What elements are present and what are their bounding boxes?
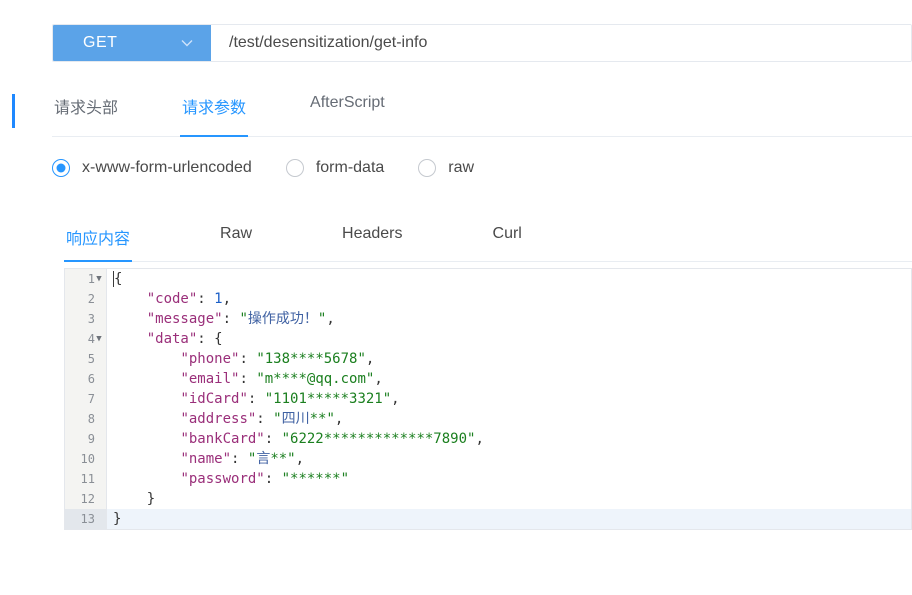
code-line[interactable]: 2 "code": 1, (65, 289, 911, 309)
line-number: 2 (65, 289, 107, 309)
request-tab-0[interactable]: 请求头部 (52, 90, 120, 126)
radio-label: x-www-form-urlencoded (82, 159, 252, 177)
request-tab-2[interactable]: AfterScript (308, 90, 387, 126)
chevron-down-icon (181, 39, 193, 47)
http-method-select[interactable]: GET (53, 25, 211, 61)
fold-icon[interactable]: ▼ (95, 269, 103, 289)
url-input[interactable] (211, 25, 911, 61)
content-type-radio-2[interactable]: raw (418, 159, 474, 177)
code-line[interactable]: 9 "bankCard": "6222*************7890", (65, 429, 911, 449)
radio-circle-icon (418, 159, 436, 177)
response-code-editor[interactable]: 1▼{2 "code": 1,3 "message": "操作成功！",4▼ "… (64, 268, 912, 530)
radio-label: raw (448, 159, 474, 177)
code-content: } (107, 509, 911, 529)
request-tab-1[interactable]: 请求参数 (180, 90, 248, 137)
line-number: 11 (65, 469, 107, 489)
code-content: "password": "******" (107, 469, 911, 489)
code-line[interactable]: 10 "name": "言**", (65, 449, 911, 469)
code-content: "email": "m****@qq.com", (107, 369, 911, 389)
line-number: 8 (65, 409, 107, 429)
fold-icon[interactable]: ▼ (95, 329, 103, 349)
content-type-radio-1[interactable]: form-data (286, 159, 384, 177)
response-tab-0[interactable]: 响应内容 (64, 221, 132, 262)
code-line[interactable]: 11 "password": "******" (65, 469, 911, 489)
code-content: "phone": "138****5678", (107, 349, 911, 369)
line-number: 6 (65, 369, 107, 389)
code-line[interactable]: 8 "address": "四川**", (65, 409, 911, 429)
http-method-label: GET (83, 34, 117, 52)
line-number: 9 (65, 429, 107, 449)
code-line[interactable]: 1▼{ (65, 269, 911, 289)
line-number: 10 (65, 449, 107, 469)
code-line[interactable]: 5 "phone": "138****5678", (65, 349, 911, 369)
radio-circle-icon (52, 159, 70, 177)
response-tab-3[interactable]: Curl (491, 221, 524, 251)
line-number: 4▼ (65, 329, 107, 349)
code-line[interactable]: 12 } (65, 489, 911, 509)
code-content: { (107, 269, 911, 289)
request-tabs: 请求头部 请求参数 AfterScript (52, 90, 912, 137)
active-section-indicator (12, 94, 15, 128)
code-content: "address": "四川**", (107, 409, 911, 429)
code-content: "idCard": "1101*****3321", (107, 389, 911, 409)
radio-label: form-data (316, 159, 384, 177)
code-content: "data": { (107, 329, 911, 349)
request-url-bar: GET (52, 24, 912, 62)
line-number: 12 (65, 489, 107, 509)
line-number: 3 (65, 309, 107, 329)
code-line[interactable]: 7 "idCard": "1101*****3321", (65, 389, 911, 409)
code-content: "message": "操作成功！", (107, 309, 911, 329)
line-number: 13 (65, 509, 107, 529)
content-type-radios: x-www-form-urlencoded form-data raw (52, 159, 912, 177)
response-tabs: 响应内容 Raw Headers Curl (64, 221, 912, 262)
code-content: "bankCard": "6222*************7890", (107, 429, 911, 449)
code-content: "code": 1, (107, 289, 911, 309)
code-line[interactable]: 4▼ "data": { (65, 329, 911, 349)
content-type-radio-0[interactable]: x-www-form-urlencoded (52, 159, 252, 177)
radio-circle-icon (286, 159, 304, 177)
code-content: "name": "言**", (107, 449, 911, 469)
line-number: 5 (65, 349, 107, 369)
code-line[interactable]: 3 "message": "操作成功！", (65, 309, 911, 329)
code-line[interactable]: 6 "email": "m****@qq.com", (65, 369, 911, 389)
line-number: 1▼ (65, 269, 107, 289)
response-tab-2[interactable]: Headers (340, 221, 404, 251)
line-number: 7 (65, 389, 107, 409)
code-line[interactable]: 13} (65, 509, 911, 529)
response-tab-1[interactable]: Raw (218, 221, 254, 251)
code-content: } (107, 489, 911, 509)
